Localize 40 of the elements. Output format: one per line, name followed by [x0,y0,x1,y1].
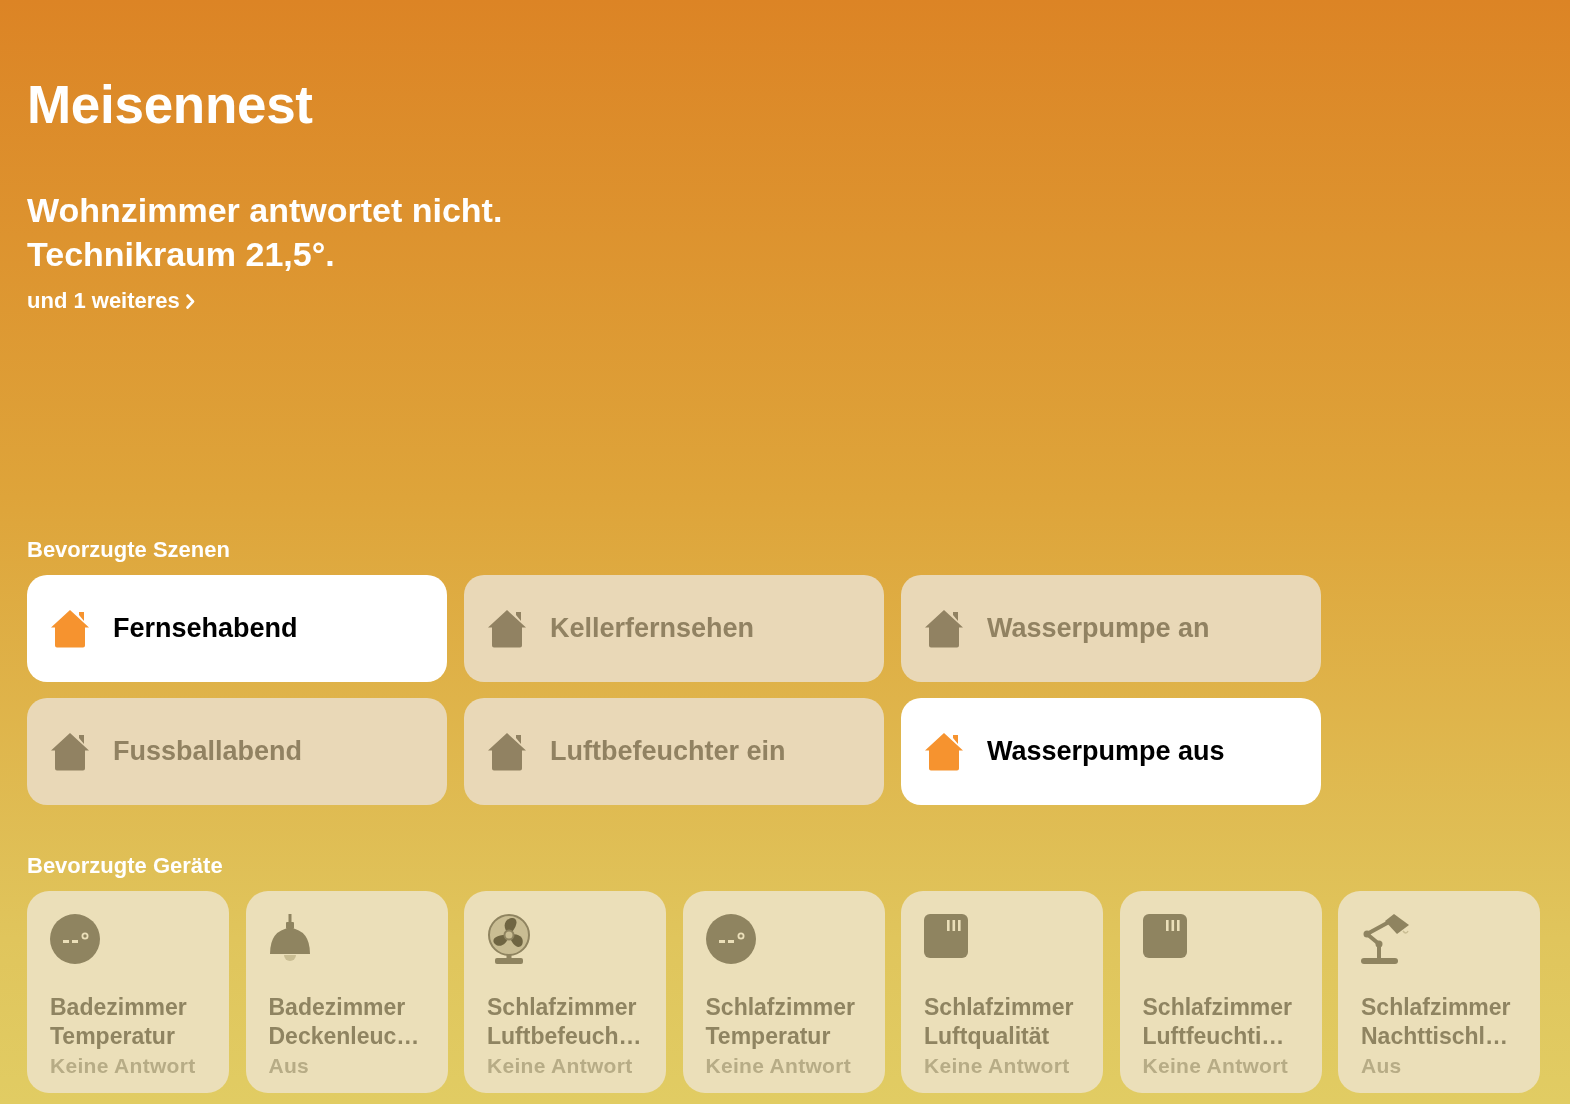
accessory-name: Deckenleuc… [268,1022,420,1051]
accessory-room: Schlafzimmer [705,993,856,1022]
house-icon [924,609,964,648]
accessory-room: Schlafzimmer [1361,993,1511,1022]
accessory-name: Luftbefeuch… [487,1022,642,1051]
home-title: Meisennest [27,74,313,136]
status-message: Wohnzimmer antwortet nicht. [27,190,503,231]
chevron-right-icon [185,293,195,309]
accessory-room: Schlafzimmer [1142,993,1293,1022]
scene-tile[interactable]: Kellerfernsehen [464,575,884,682]
fan-icon [487,914,531,964]
accessory-name: Temperatur [705,1022,831,1051]
house-icon [924,732,964,771]
accessory-name: Nachttischl… [1361,1022,1508,1051]
scene-tile[interactable]: Luftbefeuchter ein [464,698,884,805]
section-heading: Bevorzugte Geräte [27,852,223,880]
scene-tile[interactable]: Wasserpumpe an [901,575,1321,682]
scene-tile[interactable]: Wasserpumpe aus [901,698,1321,805]
status-message: Technikraum 21,5°. [27,234,335,275]
air-sensor-icon [924,914,968,958]
accessory-room: Badezimmer [268,993,406,1022]
accessory-name: Temperatur [50,1022,175,1051]
house-icon [50,609,90,648]
scene-tile[interactable]: Fernsehabend [27,575,447,682]
scene-tile[interactable]: Fussballabend [27,698,447,805]
house-icon [487,732,527,771]
accessory-room: Schlafzimmer [487,993,637,1022]
house-icon [50,732,90,771]
house-icon [487,609,527,648]
more-status-link[interactable]: und 1 weiteres [27,287,195,315]
accessory-name: Luftfeuchti… [1142,1022,1285,1051]
accessory-name: Luftqualität [924,1022,1050,1051]
air-sensor-icon [1142,914,1187,958]
accessory-room: Schlafzimmer [924,993,1074,1022]
temperature-sensor-icon [50,914,100,964]
section-heading: Bevorzugte Szenen [27,536,230,564]
accessory-room: Badezimmer [50,993,187,1022]
pendant-lamp-icon [268,914,311,964]
temperature-sensor-icon [705,914,756,964]
desk-lamp-icon [1361,914,1410,964]
